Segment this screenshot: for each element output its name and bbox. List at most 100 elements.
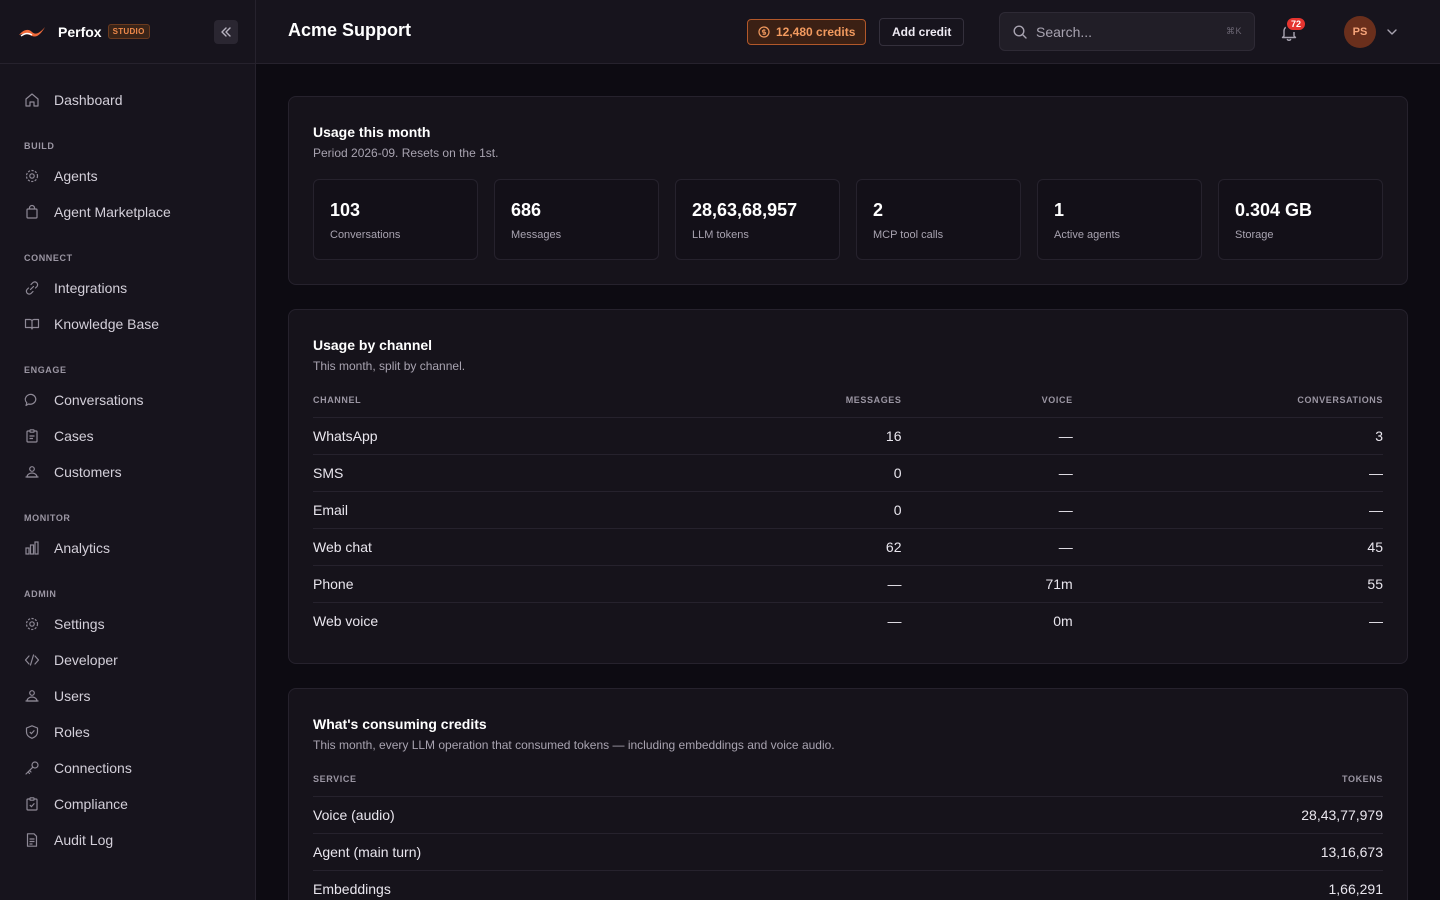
sidebar-item-compliance[interactable]: Compliance — [0, 786, 255, 822]
column-header-messages: MESSAGES — [794, 395, 902, 418]
sidebar-item-label: Settings — [54, 616, 105, 632]
notifications-count-badge: 72 — [1285, 16, 1308, 32]
sidebar-item-label: Analytics — [54, 540, 111, 556]
users-group-icon — [25, 466, 39, 478]
sidebar-item-integrations[interactable]: Integrations — [0, 270, 255, 306]
card-subtitle: Period 2026-09. Resets on the 1st. — [313, 146, 499, 160]
credits-balance-button[interactable]: 12,480 credits — [747, 19, 867, 45]
brand: Perfox STUDIO — [0, 0, 255, 64]
stat-label: Storage — [1235, 229, 1274, 241]
sidebar-item-cases[interactable]: Cases — [0, 418, 255, 454]
page-title: Acme Support — [288, 20, 412, 40]
search-shortcut-hint: ⌘K — [1225, 26, 1242, 36]
sidebar-item-developer[interactable]: Developer — [0, 642, 255, 678]
cell-voice: 71m — [901, 565, 1073, 603]
user-icon — [25, 690, 39, 702]
sidebar-item-label: Users — [54, 688, 91, 704]
brand-name: Perfox — [58, 23, 102, 40]
table-row: Phone — 71m 55 — [313, 565, 1383, 603]
stat-storage: 0.304 GB Storage — [1218, 179, 1383, 260]
sidebar-item-knowledge-base[interactable]: Knowledge Base — [0, 306, 255, 342]
sidebar-item-label: Conversations — [54, 392, 144, 408]
cell-conversations: 55 — [1072, 565, 1383, 603]
usage-this-month-card: Usage this month Period 2026-09. Resets … — [288, 96, 1408, 285]
gear-icon — [25, 169, 39, 183]
clipboard-icon — [26, 429, 38, 443]
search-input[interactable] — [1036, 23, 1206, 40]
bar-chart-icon — [25, 541, 39, 555]
cell-voice: — — [901, 417, 1073, 455]
sidebar-item-dashboard[interactable]: Dashboard — [0, 82, 255, 118]
sidebar-item-agents[interactable]: Agents — [0, 158, 255, 194]
cell-channel: WhatsApp — [313, 417, 795, 455]
sidebar-item-label: Cases — [54, 428, 94, 444]
nav-section-engage: ENGAGE — [24, 365, 67, 375]
nav-section-build: BUILD — [24, 141, 55, 151]
sidebar-item-label: Integrations — [54, 280, 128, 296]
chevrons-left-icon — [221, 27, 231, 37]
card-title: Usage this month — [313, 124, 431, 140]
sidebar-item-label: Connections — [54, 760, 132, 776]
settings-gear-icon — [25, 617, 39, 631]
sidebar-item-customers[interactable]: Customers — [0, 454, 255, 490]
nav-section-connect: CONNECT — [24, 253, 73, 263]
nav-section-monitor: MONITOR — [24, 513, 71, 523]
card-title: What's consuming credits — [313, 716, 487, 732]
cell-channel: Web voice — [313, 612, 379, 629]
cell-conversations: 3 — [1072, 417, 1383, 455]
stat-value: 103 — [330, 200, 361, 220]
usage-by-channel-card: Usage by channel This month, split by ch… — [288, 309, 1408, 664]
stat-messages: 686 Messages — [494, 179, 659, 260]
sidebar-item-label: Customers — [54, 464, 122, 480]
chat-bubble-icon — [24, 393, 37, 407]
chevron-down-icon[interactable] — [1385, 25, 1399, 39]
sidebar-item-settings[interactable]: Settings — [0, 606, 255, 642]
stat-label: LLM tokens — [692, 229, 749, 241]
sidebar-item-connections[interactable]: Connections — [0, 750, 255, 786]
cell-voice: — — [901, 528, 1073, 566]
consuming-credits-card: What's consuming credits This month, eve… — [288, 688, 1408, 900]
stat-value: 686 — [511, 200, 542, 220]
user-avatar[interactable]: PS — [1344, 16, 1376, 48]
sidebar-item-audit-log[interactable]: Audit Log — [0, 822, 255, 858]
column-header-channel: CHANNEL — [313, 395, 795, 418]
cell-conversations: 45 — [1072, 528, 1383, 566]
stat-value: 0.304 GB — [1235, 200, 1313, 220]
sidebar-item-roles[interactable]: Roles — [0, 714, 255, 750]
stat-label: MCP tool calls — [873, 229, 944, 241]
sidebar-item-users[interactable]: Users — [0, 678, 255, 714]
sidebar-item-marketplace[interactable]: Agent Marketplace — [0, 194, 255, 230]
cell-voice: — — [901, 491, 1073, 529]
cell-voice: — — [901, 454, 1073, 492]
stat-mcp-tool-calls: 2 MCP tool calls — [856, 179, 1021, 260]
shield-icon — [25, 725, 39, 739]
cell-conversations: — — [1072, 454, 1383, 492]
service-tokens-table: SERVICE TOKENS Voice (audio) 28,43,77,97… — [313, 774, 1383, 900]
search-box[interactable]: ⌘K — [999, 12, 1255, 51]
table-row: WhatsApp 16 — 3 — [313, 417, 1383, 455]
sidebar-item-label: Compliance — [54, 796, 128, 812]
credits-label: 12,480 credits — [776, 25, 856, 39]
cell-tokens: 28,43,77,979 — [922, 796, 1383, 834]
table-row: Web chat 62 — 45 — [313, 528, 1383, 566]
column-header-service: SERVICE — [313, 774, 923, 797]
stat-value: 2 — [873, 200, 884, 220]
cell-messages: 0 — [794, 454, 902, 492]
stat-value: 1 — [1054, 200, 1065, 220]
collapse-sidebar-button[interactable] — [214, 20, 238, 44]
stat-label: Conversations — [330, 229, 401, 241]
search-icon — [1013, 24, 1027, 39]
cell-service: Voice (audio) — [313, 796, 923, 834]
book-open-icon — [24, 318, 40, 330]
add-credit-button[interactable]: Add credit — [879, 18, 965, 46]
sidebar-item-analytics[interactable]: Analytics — [0, 530, 255, 566]
sidebar-item-conversations[interactable]: Conversations — [0, 382, 255, 418]
table-row: Voice (audio) 28,43,77,979 — [313, 796, 1383, 834]
nav-section-admin: ADMIN — [24, 589, 57, 599]
column-header-conversations: CONVERSATIONS — [1072, 395, 1383, 418]
cell-messages: 62 — [794, 528, 902, 566]
stat-active-agents: 1 Active agents — [1037, 179, 1202, 260]
cell-messages: — — [887, 612, 902, 629]
column-header-voice: VOICE — [901, 395, 1073, 418]
stat-llm-tokens: 28,63,68,957 LLM tokens — [675, 179, 840, 260]
